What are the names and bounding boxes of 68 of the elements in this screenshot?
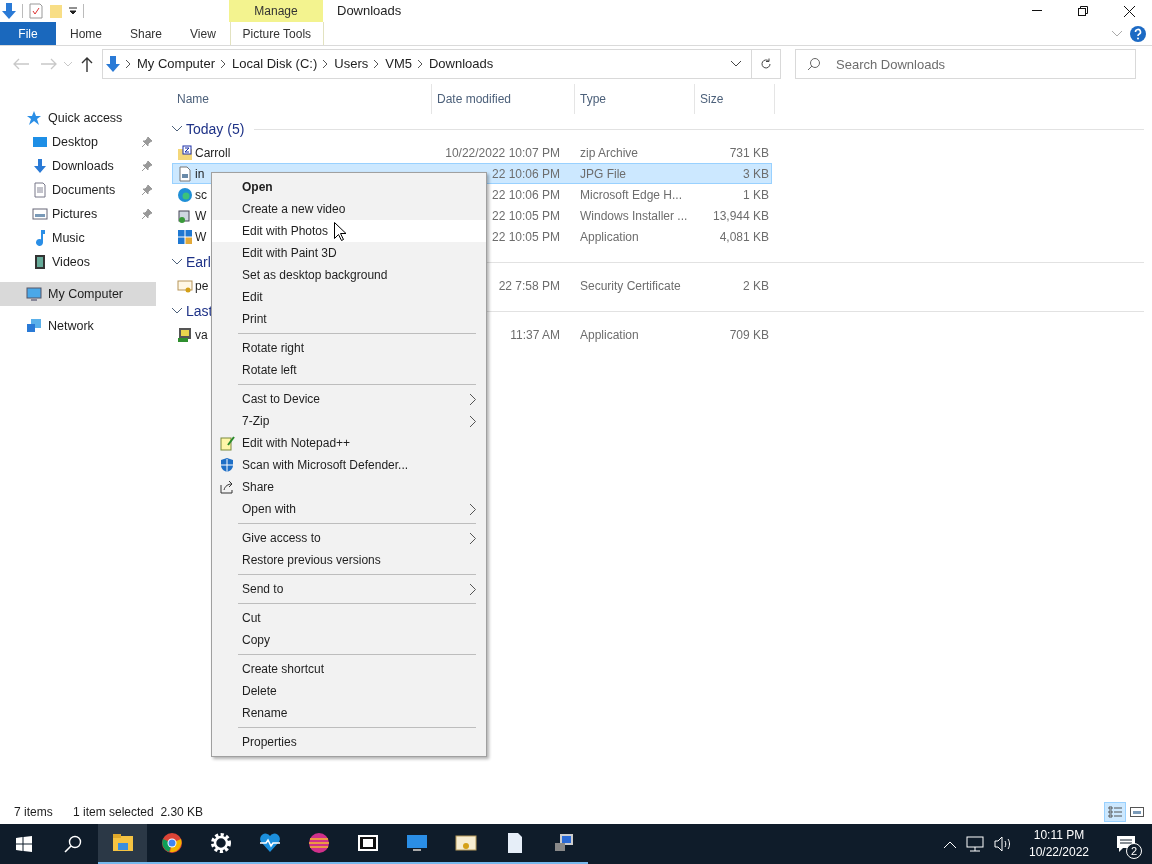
size-cell-text: 2 KB	[743, 277, 769, 295]
clock-date: 10/22/2022	[1028, 844, 1090, 861]
menu-item-label: 7-Zip	[242, 413, 270, 430]
menu-item-label: Print	[242, 311, 267, 328]
date-cell-text: 22 10:06 PM	[491, 186, 560, 204]
menu-item-label: Give access to	[242, 530, 321, 547]
size-cell-text: 4,081 KB	[719, 228, 769, 246]
file-name: pe	[195, 277, 209, 295]
menu-item-label: Edit with Paint 3D	[242, 245, 337, 262]
menu-item-label: Cut	[242, 610, 261, 627]
item-count: 7 items	[14, 804, 54, 821]
contextual-tab-group: Manage	[229, 0, 323, 22]
menu-item-label: Restore previous versions	[242, 552, 381, 569]
menu-item-label: Open	[242, 179, 273, 196]
window-title: Downloads	[337, 2, 402, 21]
nav-label: Videos	[52, 253, 91, 271]
nav-label: My Computer	[48, 285, 124, 303]
menu-item-label: Send to	[242, 581, 284, 598]
date-cell-text: 10/22/2022 10:07 PM	[445, 144, 560, 162]
file-name: sc	[195, 186, 207, 204]
type-cell: Microsoft Edge H...	[580, 187, 683, 202]
size-cell-text: 709 KB	[729, 326, 769, 344]
menu-item-label: Scan with Microsoft Defender...	[242, 457, 409, 474]
type-cell: Application	[580, 229, 639, 244]
menu-item-label: Open with	[242, 501, 297, 518]
nav-label: Downloads	[52, 157, 115, 175]
notification-badge: 2	[1126, 843, 1142, 859]
date-cell-text: 22 10:06 PM	[491, 165, 560, 183]
menu-item-label: Edit	[242, 289, 263, 306]
menu-item-label: Rename	[242, 705, 288, 722]
selection-info: 1 item selected 2.30 KB	[73, 804, 204, 821]
nav-label: Desktop	[52, 133, 99, 151]
menu-item-label: Cast to Device	[242, 391, 321, 408]
size-cell-text: 3 KB	[743, 165, 769, 183]
nav-label: Documents	[52, 181, 117, 199]
nav-label: Pictures	[52, 205, 99, 223]
menu-item-label: Properties	[242, 734, 297, 751]
type-cell: JPG File	[580, 166, 626, 181]
nav-label: Quick access	[48, 109, 123, 127]
size-cell-text: 731 KB	[729, 144, 769, 162]
menu-item-label: Rotate left	[242, 362, 297, 379]
menu-item-label: Create a new video	[242, 201, 346, 218]
file-name: W	[195, 207, 207, 225]
nav-label: Music	[52, 229, 86, 247]
date-cell-text: 22 7:58 PM	[498, 277, 560, 295]
date-cell-text: 22 10:05 PM	[491, 228, 560, 246]
date-cell-text: 22 10:05 PM	[491, 207, 560, 225]
menu-item-label: Copy	[242, 632, 270, 649]
menu-item-label: Edit with Notepad++	[242, 435, 351, 452]
file-name: Carroll	[195, 144, 231, 162]
nav-label: Network	[48, 317, 94, 335]
menu-item-label: Edit with Photos	[242, 223, 329, 240]
clock-time: 10:11 PM	[1033, 827, 1085, 844]
type-cell: zip Archive	[580, 145, 639, 160]
menu-item-label: Create shortcut	[242, 661, 325, 678]
menu-item-label: Share	[242, 479, 275, 496]
menu-item-label: Set as desktop background	[242, 267, 388, 284]
menu-item-label: Delete	[242, 683, 277, 700]
date-cell-text: 11:37 AM	[510, 326, 560, 344]
file-name: va	[195, 326, 208, 344]
file-name: W	[195, 228, 207, 246]
type-cell: Windows Installer ...	[580, 208, 688, 223]
size-cell-text: 1 KB	[743, 186, 769, 204]
menu-item-label: Rotate right	[242, 340, 305, 357]
file-name: in	[195, 165, 205, 183]
size-cell-text: 13,944 KB	[712, 207, 769, 225]
type-cell: Application	[580, 327, 639, 342]
type-cell: Security Certificate	[580, 278, 681, 293]
